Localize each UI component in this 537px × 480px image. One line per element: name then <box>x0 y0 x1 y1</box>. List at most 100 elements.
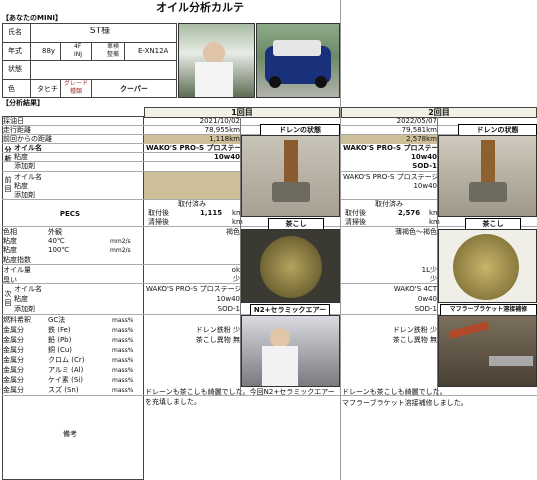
label-visc-unit-100: mm2/s <box>110 247 131 254</box>
r2-pecs-clean-unit: km <box>429 218 440 226</box>
r2-additive: SOD-1 <box>412 162 437 170</box>
model-code: E-XN12A <box>138 47 169 55</box>
r2-color: 薄褐色～褐色 <box>395 228 437 236</box>
customer-photo <box>178 23 255 98</box>
label-mass-sn: mass% <box>112 387 134 394</box>
label-cu: 銅 (Cu) <box>48 346 73 354</box>
r1-color: 褐色 <box>226 228 240 236</box>
r1-lead: 茶こし異物 無 <box>195 336 240 344</box>
r2-smell: 少 <box>430 275 437 283</box>
page-title: オイル分析カルテ <box>156 1 244 14</box>
label-visc-title: 粘度 <box>3 237 17 245</box>
r2-next-visc: 0w40 <box>417 295 437 303</box>
label-visc-title-2: 粘度 <box>3 246 17 254</box>
r1-extra-photo <box>241 315 340 387</box>
r2-lead: 茶こし異物 無 <box>392 336 437 344</box>
customer-name: ST様 <box>89 27 111 36</box>
label-pb: 鉛 (Pb) <box>48 336 72 344</box>
r1-pecs-installed-label: 取付後 <box>148 209 169 217</box>
label-al: アルミ (Al) <box>48 366 84 374</box>
section-results-heading: 【分析結果】 <box>2 99 44 107</box>
label-prev-oil-name: オイル名 <box>14 173 42 181</box>
label-sn: スズ (Sn) <box>48 386 79 394</box>
r1-pecs-status: 取付済み <box>178 200 206 208</box>
label-color: 色相 <box>3 228 17 236</box>
name-label: 氏名 <box>8 28 22 36</box>
r1-note: ドレーンも茶こしも綺麗でした。今回N2+セラミックエアーを充填しました。 <box>145 388 335 406</box>
label-appearance: 外観 <box>48 228 62 236</box>
label-oil-amount: オイル量 <box>3 266 31 274</box>
r1-iron: ドレン鉄粉 少 <box>195 326 240 334</box>
label-remarks: 備考 <box>63 430 77 438</box>
inspection-type: 車検 整備 <box>107 43 120 58</box>
r2-extra-photo <box>438 315 537 387</box>
label-visc-100: 100℃ <box>48 246 70 254</box>
model-year: 88y <box>42 47 56 55</box>
label-next-viscosity: 粘度 <box>14 295 28 303</box>
r1-next-additive: SOD-1 <box>217 305 240 313</box>
r2-pecs-installed-label: 取付後 <box>345 209 366 217</box>
label-pecs: PECS <box>59 210 81 218</box>
r2-viscosity: 10w40 <box>411 153 437 161</box>
label-previous: 前 回 <box>4 176 12 193</box>
r1-oil-amount: ok <box>231 266 240 274</box>
label-next: 次 回 <box>4 290 12 307</box>
label-additive: 添加剤 <box>14 162 35 170</box>
r2-oil-amount: 1L少 <box>421 266 437 274</box>
label-metal-sn: 金属分 <box>3 386 24 394</box>
transmission-type: 4F INJ <box>74 43 83 58</box>
r2-pecs-installed: 2,576 <box>398 209 421 217</box>
label-mass-al: mass% <box>112 367 134 374</box>
r2-since-prev: 2,578km <box>341 135 437 144</box>
r1-since-prev: 1,118km <box>144 135 240 144</box>
r2-prev-oil: WAKO'S PRO-S プロステージS <box>343 173 437 181</box>
r1-next-oil: WAKO'S PRO-S プロステージS <box>146 285 240 293</box>
label-visc-unit-40: mm2/s <box>110 238 131 245</box>
condition-label: 状態 <box>8 65 22 73</box>
r2-prev-visc: 10w40 <box>413 182 437 190</box>
r1-viscosity: 10w40 <box>214 153 240 161</box>
grade-value: クーパー <box>120 85 148 93</box>
label-metal-cu: 金属分 <box>3 346 24 354</box>
r2-mileage: 79,581km <box>401 126 437 134</box>
label-metal-si: 金属分 <box>3 376 24 384</box>
grade-label: グレード 種類 <box>63 80 88 95</box>
r1-strainer-photo <box>241 229 340 303</box>
label-metal-al: 金属分 <box>3 366 24 374</box>
label-si: ケイ素 (Si) <box>48 376 83 384</box>
r2-note: ドレーンも茶こしも綺麗でした。 マフラーブラケット溶接補修しました。 <box>342 388 468 407</box>
body-color: タヒチ <box>37 85 58 93</box>
r1-oil-name: WAKO'S PRO-S プロステージS <box>146 144 240 152</box>
r2-strainer-photo <box>438 229 537 303</box>
r2-next-oil: WAKO'S 4CT <box>393 285 437 293</box>
label-prev-viscosity: 粘度 <box>14 182 28 190</box>
car-photo <box>256 23 340 98</box>
label-metal-fe: 金属分 <box>3 326 24 334</box>
r2-pecs-clean-label: 清掃後 <box>345 218 366 226</box>
r2-oil-name: WAKO'S PRO-S プロステージS <box>343 144 437 152</box>
label-mass-cu: mass% <box>112 347 134 354</box>
r1-pecs-clean-unit: km <box>232 218 243 226</box>
r2-pecs-status: 取付済み <box>375 200 403 208</box>
label-mass-pb: mass% <box>112 337 134 344</box>
label-mass-si: mass% <box>112 377 134 384</box>
label-next-additive: 添加剤 <box>14 305 35 313</box>
r1-pecs-clean-label: 清掃後 <box>148 218 169 226</box>
year-label: 年式 <box>8 47 22 55</box>
r1-next-visc: 10w40 <box>216 295 240 303</box>
label-fe: 鉄 (Fe) <box>48 326 71 334</box>
r2-iron: ドレン鉄粉 少 <box>392 326 437 334</box>
label-visc-40: 40℃ <box>48 237 65 245</box>
label-analysis: 分 析 <box>4 146 12 163</box>
r1-drain-photo <box>241 135 340 217</box>
label-fuel: 燃料希釈 <box>3 316 31 324</box>
r2-next-additive: SOD-1 <box>414 305 437 313</box>
label-cr: クロム (Cr) <box>48 356 85 364</box>
label-metal-pb: 金属分 <box>3 336 24 344</box>
color-label: 色 <box>8 85 15 93</box>
label-next-oil-name: オイル名 <box>14 285 42 293</box>
r1-date: 2021/10/02 <box>199 117 240 125</box>
r1-smell: 少 <box>233 275 240 283</box>
label-metal-cr: 金属分 <box>3 356 24 364</box>
r2-drain-photo <box>438 135 537 217</box>
